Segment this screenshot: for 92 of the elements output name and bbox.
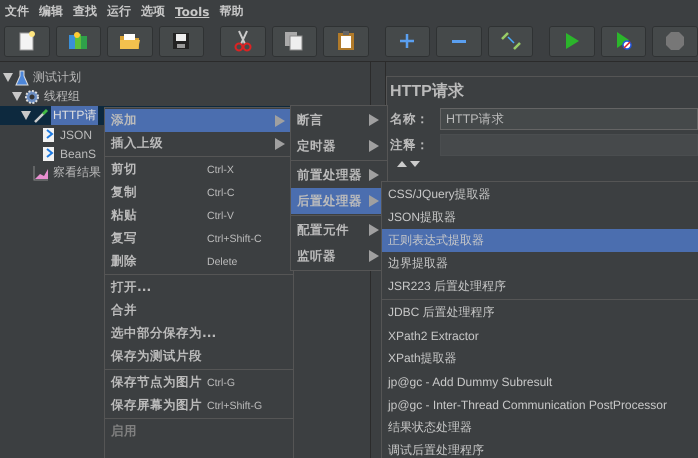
- tree-item[interactable]: HTTP请: [51, 106, 98, 125]
- menu-title[interactable]: 帮助: [214, 0, 248, 21]
- menu-item[interactable]: 选中部分保存为...: [105, 322, 293, 345]
- menu-item-label: 监听器: [297, 248, 336, 264]
- books-icon: [67, 31, 90, 51]
- menu-item-label: 选中部分保存为...: [111, 325, 216, 342]
- field-label: 注释：: [390, 136, 430, 154]
- tree-item[interactable]: BeanS: [58, 146, 98, 162]
- menu-item[interactable]: 复制 Ctrl-C: [105, 181, 293, 204]
- folder-icon: [118, 32, 141, 50]
- menu-item-label: 复写: [111, 230, 137, 247]
- name-field[interactable]: HTTP请求: [440, 108, 698, 130]
- panel-title: HTTP请求: [390, 82, 465, 102]
- menu-item[interactable]: JDBC 后置处理程序: [382, 301, 698, 324]
- menu-item-label: 删除: [111, 253, 137, 270]
- shortcut-label: Ctrl-C: [207, 186, 236, 198]
- gear-icon: [24, 88, 40, 104]
- plus-icon: [399, 33, 416, 49]
- menu-item-label: 配置元件: [297, 222, 349, 238]
- menu-item-label: 保存屏幕为图片: [111, 397, 202, 414]
- menu-item[interactable]: 打开...: [105, 276, 293, 299]
- new-file-icon: [18, 31, 36, 51]
- menu-item[interactable]: 粘贴 Ctrl-V: [105, 204, 293, 227]
- menu-item-label: 前置处理器: [297, 166, 362, 184]
- menu-title[interactable]: 运行: [102, 0, 136, 21]
- shortcut-label: Ctrl-X: [207, 164, 235, 176]
- tree-item[interactable]: JSON: [58, 126, 94, 142]
- toolbar-button[interactable]: [220, 26, 266, 56]
- menu-item[interactable]: 定时器: [291, 133, 387, 159]
- menu-item[interactable]: 结果状态处理器: [382, 416, 698, 439]
- toolbar-button[interactable]: [272, 26, 318, 56]
- minus-icon: [452, 40, 466, 42]
- menu-item[interactable]: 调试后置处理程序: [382, 439, 698, 458]
- menu-item[interactable]: 边界提取器: [382, 252, 698, 275]
- menu-item-label: 粘贴: [111, 207, 137, 224]
- menu-title[interactable]: 查找: [68, 0, 102, 21]
- shortcut-label: Ctrl+Shift-G: [207, 400, 264, 412]
- toolbar-button[interactable]: [158, 26, 204, 56]
- scissors-icon: [232, 30, 253, 52]
- shortcut-label: Delete: [207, 256, 238, 268]
- menu-item[interactable]: 删除 Delete: [105, 250, 293, 273]
- menu-item-label: 打开...: [111, 279, 152, 296]
- clipboard-icon: [336, 31, 355, 51]
- menu-item-label: 启用: [111, 423, 137, 440]
- menu-item-label: 定时器: [297, 138, 336, 154]
- copy-icon: [284, 31, 304, 51]
- menu-item-label: 保存为测试片段: [111, 348, 202, 365]
- menu-item[interactable]: 合并: [105, 299, 293, 322]
- tree-item[interactable]: 测试计划: [31, 68, 83, 87]
- menu-item-label: 添加: [111, 112, 137, 129]
- flask-icon: [15, 70, 29, 86]
- toolbar-button[interactable]: [323, 26, 369, 56]
- menu-item[interactable]: 保存节点为图片 Ctrl-G: [105, 371, 293, 394]
- graph-icon: [33, 164, 49, 180]
- menu-item[interactable]: XPath提取器: [382, 347, 698, 370]
- menu-title[interactable]: 编辑: [34, 0, 68, 21]
- shortcut-label: Ctrl-G: [207, 376, 236, 388]
- menu-title[interactable]: 选项: [136, 0, 170, 21]
- menu-item-label: 保存节点为图片: [111, 374, 202, 391]
- shortcut-label: Ctrl+Shift-C: [207, 232, 263, 244]
- menu-item[interactable]: 保存为测试片段: [105, 345, 293, 368]
- toolbar-button[interactable]: [488, 26, 534, 56]
- toolbar-button[interactable]: [56, 26, 102, 56]
- menu-item[interactable]: JSR223 后置处理程序: [382, 275, 698, 298]
- stop-icon: [665, 31, 686, 51]
- tree-item[interactable]: 线程组: [42, 87, 82, 106]
- menu-item-label: 插入上级: [111, 135, 163, 152]
- play-icon: [564, 32, 580, 50]
- menu-item[interactable]: 剪切 Ctrl-X: [105, 158, 293, 181]
- menu-title[interactable]: Tools: [170, 0, 214, 21]
- shortcut-label: Ctrl-V: [207, 210, 235, 222]
- menu-item-label: 断言: [297, 112, 323, 128]
- menu-item-label: 后置处理器: [297, 192, 362, 210]
- menu-item[interactable]: 正则表达式提取器: [382, 229, 698, 252]
- menu-item[interactable]: jp@gc - Add Dummy Subresult: [382, 370, 698, 393]
- menu-item[interactable]: 复写 Ctrl+Shift-C: [105, 227, 293, 250]
- toolbar-button[interactable]: [4, 26, 50, 56]
- menu-title[interactable]: 文件: [0, 0, 34, 21]
- menu-item-label: 复制: [111, 184, 137, 201]
- menu-item[interactable]: XPath2 Extractor: [382, 324, 698, 347]
- expand-icon[interactable]: [21, 111, 31, 120]
- tree-item[interactable]: 察看结果: [51, 163, 103, 182]
- pipette-icon: [33, 108, 49, 124]
- toolbar-button[interactable]: [107, 26, 153, 56]
- field-label: 名称：: [390, 110, 430, 128]
- menu-item[interactable]: 保存屏幕为图片 Ctrl+Shift-G: [105, 394, 293, 417]
- play-icon: [614, 31, 633, 51]
- collapse-arrows-icon[interactable]: [396, 160, 422, 168]
- menu-item[interactable]: jp@gc - Inter-Thread Communication PostProcessor: [382, 393, 698, 416]
- menu-item[interactable]: 断言: [291, 107, 387, 133]
- menu-item-label: 剪切: [111, 161, 137, 178]
- menu-item-label: 合并: [111, 302, 137, 319]
